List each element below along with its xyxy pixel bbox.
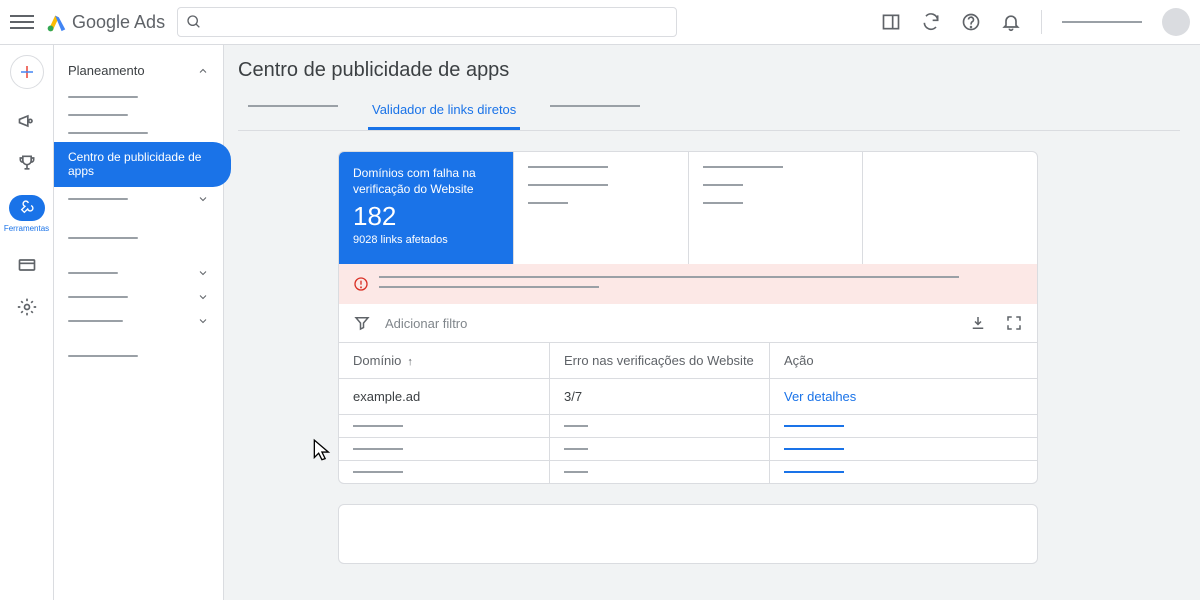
gear-icon (17, 297, 37, 317)
domains-table: Domínio↑ Erro nas verificações do Websit… (339, 342, 1037, 483)
rail-campaigns[interactable] (9, 111, 45, 131)
sidebar-section-header[interactable]: Planeamento (54, 59, 223, 88)
sidebar: Planeamento Centro de publicidade de app… (54, 45, 224, 600)
chevron-down-icon (197, 267, 209, 279)
stat-box[interactable] (514, 152, 689, 264)
sidebar-section-label: Planeamento (68, 63, 145, 78)
search-input[interactable] (177, 7, 677, 37)
rail-tools-label: Ferramentas (4, 224, 49, 233)
secondary-card (338, 504, 1038, 564)
stat-failed-domains[interactable]: Domínios com falha na verificação do Web… (339, 152, 514, 264)
tabs: Validador de links diretos (238, 92, 1180, 131)
filter-icon[interactable] (353, 314, 371, 332)
chevron-down-icon (197, 315, 209, 327)
chevron-up-icon (197, 65, 209, 77)
stat-box[interactable] (689, 152, 864, 264)
divider (1041, 10, 1042, 34)
table-row: example.ad 3/7 Ver detalhes (339, 378, 1037, 414)
avatar[interactable] (1162, 8, 1190, 36)
tools-icon (19, 199, 35, 215)
rail-admin[interactable] (9, 297, 45, 317)
account-placeholder (1062, 21, 1142, 23)
menu-icon[interactable] (10, 10, 34, 34)
search-icon (186, 14, 202, 30)
table-row (339, 437, 1037, 460)
stat-label: Domínios com falha na verificação do Web… (353, 166, 499, 197)
logo[interactable]: Google Ads (46, 11, 165, 33)
filter-placeholder[interactable]: Adicionar filtro (385, 316, 467, 331)
create-button[interactable] (10, 55, 44, 89)
trophy-icon (17, 153, 37, 173)
main-content: Centro de publicidade de apps Validador … (224, 45, 1200, 600)
sort-asc-icon: ↑ (407, 356, 413, 368)
sidebar-item[interactable] (54, 261, 223, 285)
nav-rail: Ferramentas (0, 45, 54, 600)
cell-domain: example.ad (339, 379, 549, 414)
card-icon (17, 255, 37, 275)
panel-icon[interactable] (881, 12, 901, 32)
col-error[interactable]: Erro nas verificações do Website (549, 343, 769, 378)
table-row (339, 460, 1037, 483)
fullscreen-icon[interactable] (1005, 314, 1023, 332)
page-title: Centro de publicidade de apps (238, 59, 1180, 82)
tab-deep-link-validator[interactable]: Validador de links diretos (368, 92, 520, 130)
rail-tools[interactable]: Ferramentas (9, 195, 45, 233)
rail-billing[interactable] (9, 255, 45, 275)
chevron-down-icon (197, 291, 209, 303)
app-header: Google Ads (0, 0, 1200, 45)
stat-box[interactable] (863, 152, 1037, 264)
validation-card: Domínios com falha na verificação do Web… (338, 151, 1038, 484)
sidebar-item-app-hub[interactable]: Centro de publicidade de apps (54, 142, 231, 187)
tab-placeholder[interactable] (550, 105, 640, 107)
col-domain[interactable]: Domínio↑ (339, 343, 549, 378)
logo-text: Google Ads (72, 12, 165, 33)
sidebar-item[interactable] (54, 285, 223, 309)
table-row (339, 414, 1037, 437)
plus-icon (18, 63, 36, 81)
stat-value: 182 (353, 201, 499, 232)
sidebar-item[interactable] (54, 187, 223, 211)
filter-bar: Adicionar filtro (339, 304, 1037, 342)
sidebar-item[interactable] (54, 309, 223, 333)
megaphone-icon (17, 111, 37, 131)
help-icon[interactable] (961, 12, 981, 32)
download-icon[interactable] (969, 314, 987, 332)
sidebar-item-label: Centro de publicidade de apps (68, 150, 217, 179)
alert-banner (339, 264, 1037, 304)
alert-icon (353, 276, 369, 292)
chevron-down-icon (197, 193, 209, 205)
rail-goals[interactable] (9, 153, 45, 173)
tab-placeholder[interactable] (248, 105, 338, 107)
view-details-link[interactable]: Ver detalhes (784, 389, 856, 404)
refresh-icon[interactable] (921, 12, 941, 32)
stat-sub: 9028 links afetados (353, 234, 499, 246)
cell-error: 3/7 (549, 379, 769, 414)
bell-icon[interactable] (1001, 12, 1021, 32)
col-action[interactable]: Ação (769, 343, 1037, 378)
google-ads-icon (46, 11, 68, 33)
